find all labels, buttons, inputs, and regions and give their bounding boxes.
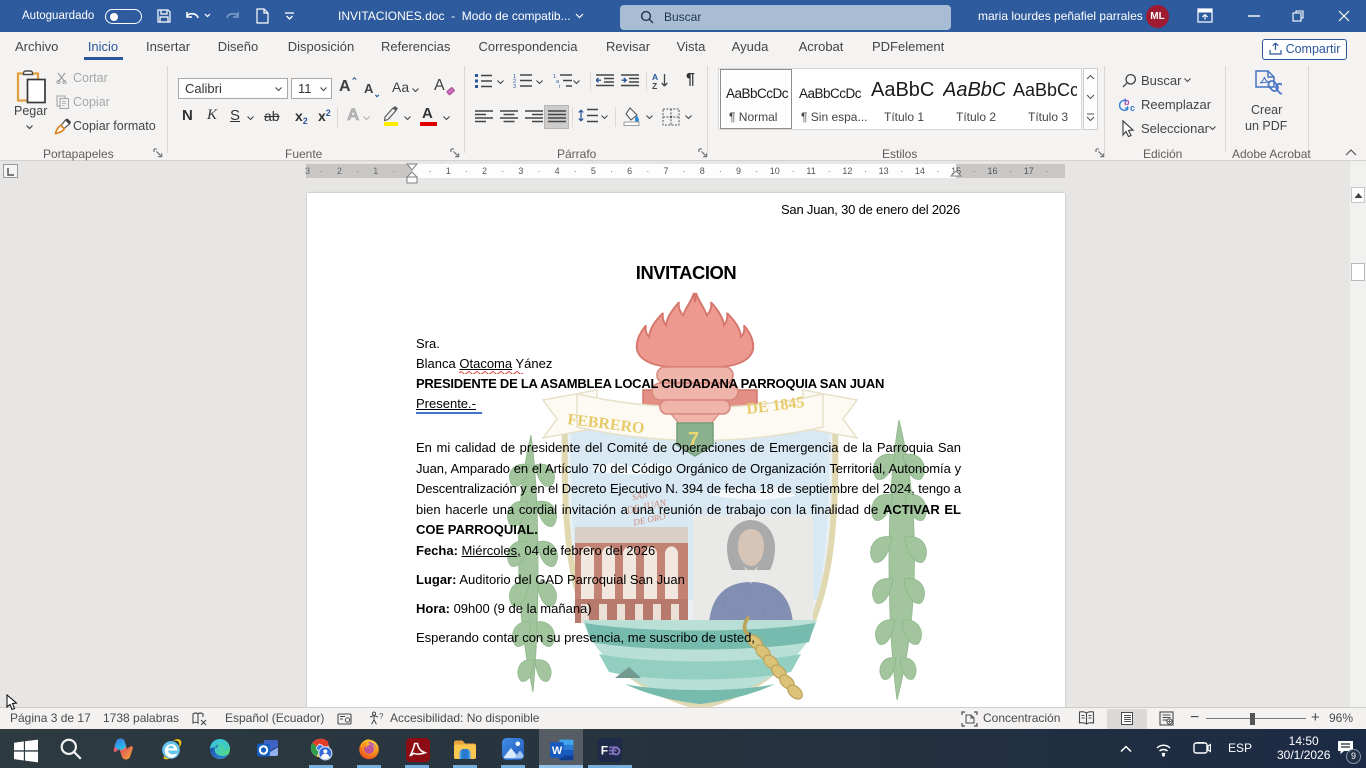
svg-text:i: i <box>559 84 560 88</box>
svg-text:c: c <box>1130 103 1135 113</box>
svg-text:3: 3 <box>513 84 516 88</box>
svg-text:Z: Z <box>652 81 657 89</box>
svg-text:?: ? <box>379 712 384 721</box>
svg-text:W: W <box>552 745 563 757</box>
svg-text:F: F <box>601 743 608 757</box>
